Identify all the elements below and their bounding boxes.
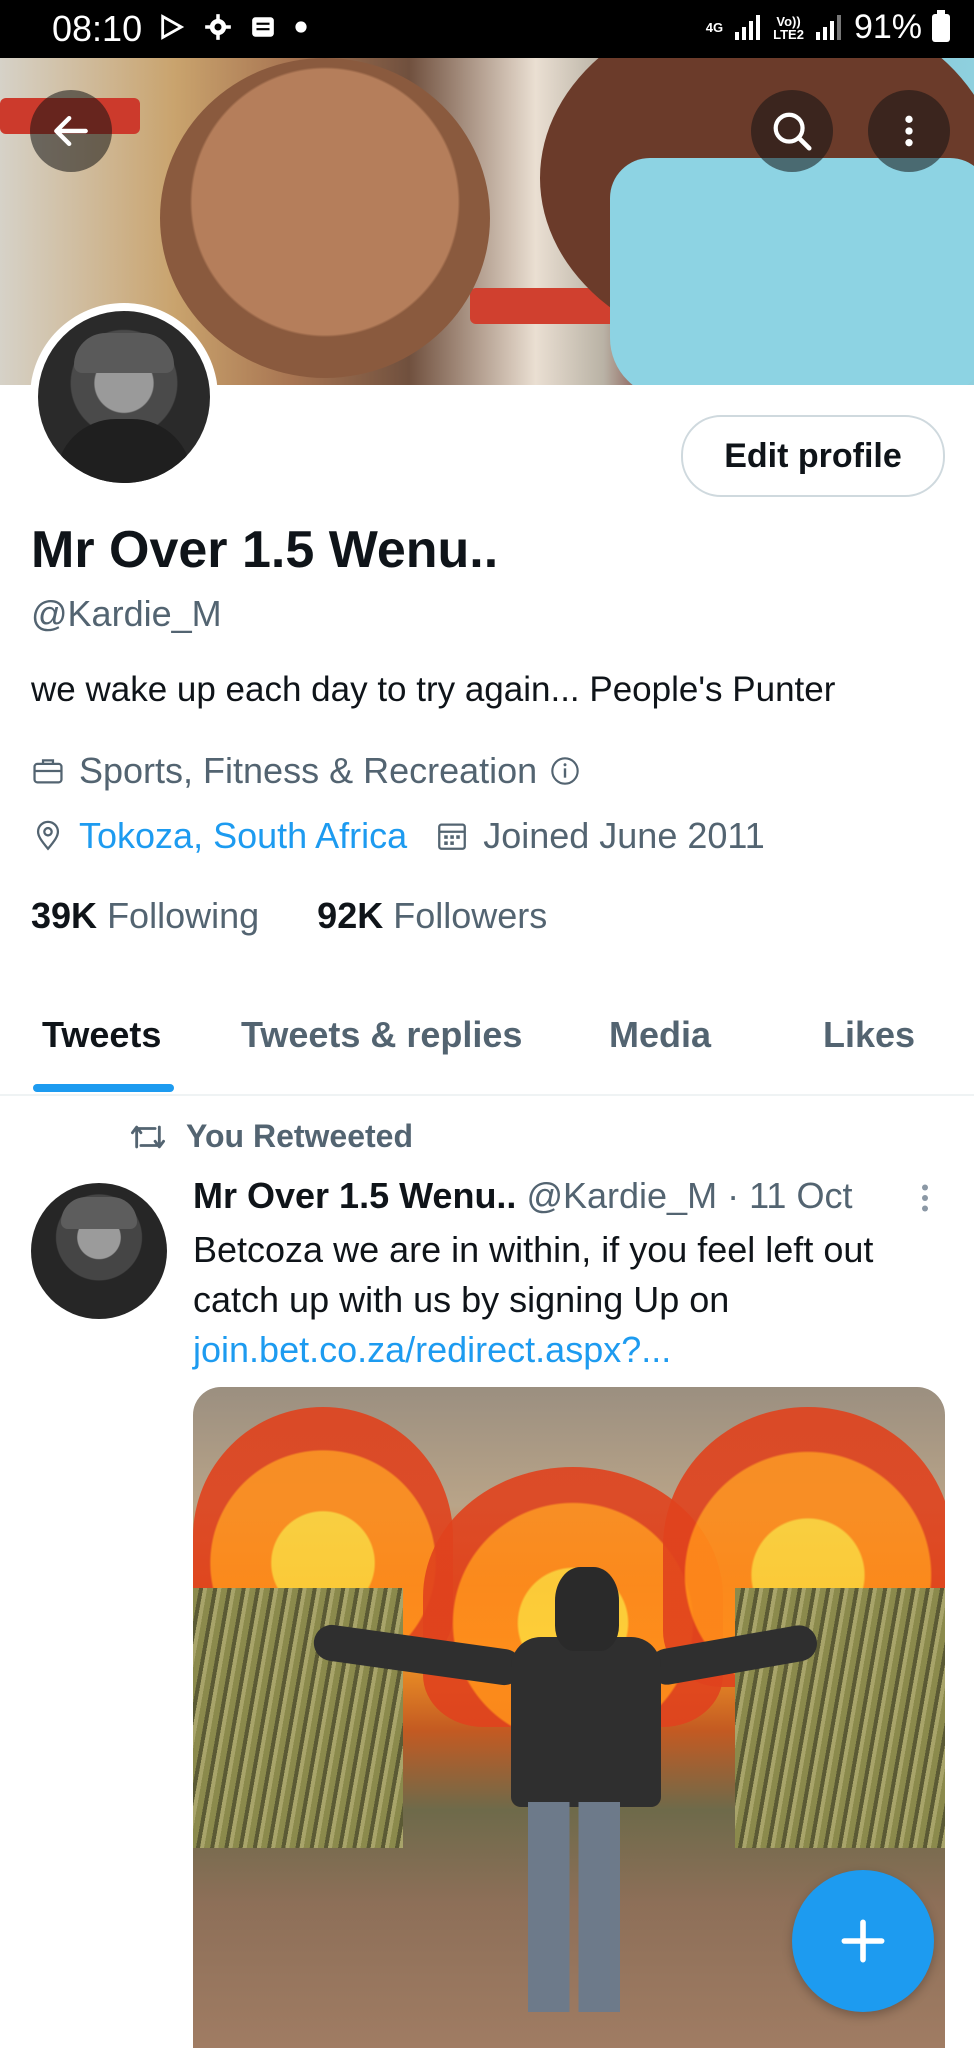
avatar-decor bbox=[61, 1197, 137, 1229]
avatar-image bbox=[38, 311, 210, 483]
avatar-decor bbox=[74, 333, 174, 373]
profile-tabs: Tweets Tweets & replies Media Likes bbox=[0, 1002, 974, 1096]
signal-icon bbox=[735, 14, 761, 40]
tweet-text: Betcoza we are in within, if you feel le… bbox=[193, 1229, 874, 1320]
following-link[interactable]: 39K Following bbox=[31, 895, 259, 936]
tweet-author-avatar[interactable] bbox=[31, 1183, 167, 1319]
tweet-date[interactable]: 11 Oct bbox=[749, 1175, 852, 1216]
profile-joined-date: Joined June 2011 bbox=[483, 815, 765, 856]
tab-likes[interactable]: Likes bbox=[823, 1014, 915, 1056]
following-label: Following bbox=[107, 895, 260, 936]
active-tab-indicator bbox=[33, 1084, 174, 1092]
message-icon bbox=[252, 17, 274, 37]
info-icon[interactable] bbox=[549, 755, 581, 787]
banner-decor bbox=[160, 58, 490, 378]
battery-percent: 91% bbox=[853, 8, 922, 46]
retweet-label: You Retweeted bbox=[186, 1118, 413, 1154]
more-vertical-icon bbox=[922, 1184, 928, 1212]
tweet-link[interactable]: join.bet.co.za/redirect.aspx?... bbox=[193, 1329, 671, 1370]
play-store-icon bbox=[161, 14, 185, 40]
tweet-author-name[interactable]: Mr Over 1.5 Wenu.. bbox=[193, 1175, 516, 1216]
image-decor bbox=[735, 1588, 945, 1848]
volte-indicator: Vo)) LTE2 bbox=[773, 13, 804, 42]
profile-display-name: Mr Over 1.5 Wenu.. bbox=[31, 521, 499, 579]
profile-location-row: Tokoza, South Africa Joined June 2011 bbox=[31, 815, 765, 857]
profile-category: Sports, Fitness & Recreation bbox=[79, 750, 538, 791]
signal-2-icon bbox=[815, 14, 841, 40]
retweet-icon bbox=[131, 1125, 165, 1148]
tab-tweets-replies[interactable]: Tweets & replies bbox=[241, 1014, 522, 1056]
avatar-decor bbox=[56, 419, 192, 483]
tweet-body: Betcoza we are in within, if you feel le… bbox=[193, 1225, 933, 1375]
network-type: 4G bbox=[705, 20, 724, 35]
tweet-separator: · bbox=[717, 1175, 750, 1216]
status-notification-icons bbox=[158, 13, 308, 41]
tweet-header: Mr Over 1.5 Wenu.. @Kardie_M · 11 Oct bbox=[193, 1175, 852, 1217]
search-icon bbox=[773, 112, 812, 151]
image-decor bbox=[528, 1802, 620, 2012]
location-pin-icon bbox=[36, 820, 60, 851]
battery-icon bbox=[932, 9, 950, 42]
gear-icon bbox=[205, 14, 231, 40]
following-count: 39K bbox=[31, 895, 98, 936]
dot-icon bbox=[295, 21, 307, 33]
status-bar: 08:10 4G Vo)) LTE2 91% bbox=[0, 0, 974, 58]
profile-avatar[interactable] bbox=[30, 303, 218, 491]
more-options-button[interactable] bbox=[868, 90, 950, 172]
more-vertical-icon bbox=[905, 115, 913, 147]
compose-tweet-button[interactable] bbox=[792, 1870, 934, 2012]
briefcase-icon bbox=[33, 759, 63, 784]
tweet-more-button[interactable] bbox=[912, 1180, 938, 1221]
profile-location-link[interactable]: Tokoza, South Africa bbox=[79, 815, 407, 857]
profile-bio: we wake up each day to try again... Peop… bbox=[31, 670, 836, 709]
edit-profile-button[interactable]: Edit profile bbox=[681, 415, 945, 497]
tab-media[interactable]: Media bbox=[609, 1014, 711, 1056]
followers-count: 92K bbox=[317, 895, 384, 936]
back-arrow-icon bbox=[54, 115, 88, 147]
followers-label: Followers bbox=[393, 895, 548, 936]
image-decor bbox=[555, 1567, 619, 1651]
search-button[interactable] bbox=[751, 90, 833, 172]
banner-decor bbox=[610, 158, 974, 385]
profile-counts: 39K Following 92K Followers bbox=[31, 895, 547, 937]
calendar-icon bbox=[438, 823, 467, 850]
back-button[interactable] bbox=[30, 90, 112, 172]
profile-handle: @Kardie_M bbox=[31, 593, 222, 634]
image-decor bbox=[511, 1637, 661, 1807]
followers-link[interactable]: 92K Followers bbox=[317, 895, 547, 936]
status-system-icons: 4G Vo)) LTE2 91% bbox=[706, 8, 950, 47]
image-decor bbox=[193, 1588, 403, 1848]
status-time: 08:10 bbox=[52, 8, 143, 49]
tweet-author-handle: @Kardie_M bbox=[526, 1175, 718, 1216]
compose-plus-icon bbox=[841, 1919, 885, 1963]
profile-category-row: Sports, Fitness & Recreation bbox=[31, 750, 595, 792]
retweet-context: You Retweeted bbox=[128, 1118, 413, 1155]
tab-tweets[interactable]: Tweets bbox=[42, 1014, 161, 1056]
